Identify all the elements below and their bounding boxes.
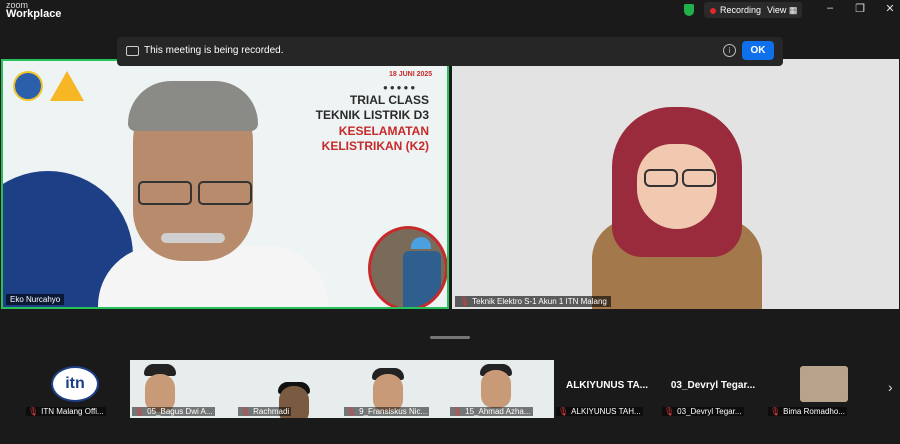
thumbnail-label: 🎙 05_Bagus Dwi A...: [132, 407, 215, 416]
speaker-glasses: [133, 181, 253, 205]
participant-name-tag: 🎙 Teknik Elektro S-1 Akun 1 ITN Malang: [455, 296, 611, 307]
thumbnail-tile[interactable]: ALKIYUNUS TA... 🎙 ALKIYUNUS TAH...: [554, 360, 660, 418]
minimize-icon[interactable]: –: [822, 2, 838, 14]
mic-muted-icon: 🎙: [459, 297, 470, 306]
security-shield-icon[interactable]: [684, 4, 694, 16]
app-logo: zoom Workplace: [6, 1, 62, 20]
thumbnail-tile[interactable]: 03_Devryl Tegar... 🎙 03_Devryl Tegar...: [660, 360, 766, 418]
thumbnail-label: 🎙 Rachmadi: [238, 407, 292, 416]
thumbnail-big-name: 03_Devryl Tegar...: [670, 380, 756, 391]
resize-handle[interactable]: [430, 336, 470, 339]
thumbnail-label: 🎙 ITN Malang Offi...: [26, 407, 106, 416]
recording-banner: This meeting is being recorded. i OK: [117, 37, 783, 66]
thumbnail-tile[interactable]: itn 🎙 ITN Malang Offi...: [24, 360, 130, 418]
chevron-right-icon[interactable]: ›: [888, 379, 893, 395]
thumbnail-label: 🎙 03_Devryl Tegar...: [662, 407, 744, 416]
view-button[interactable]: View ▦: [762, 2, 803, 18]
program-logo: [50, 71, 84, 101]
thumbnail-tile[interactable]: 🎙 05_Bagus Dwi A...: [130, 360, 236, 418]
recording-label: Recording: [720, 5, 762, 15]
speaker-hair: [128, 81, 258, 131]
speaker-video-tile[interactable]: 18 JUNI 2025 ●●●●● TRIAL CLASS TEKNIK LI…: [1, 59, 449, 309]
university-logo: [13, 71, 43, 101]
record-dot-icon: [710, 7, 716, 14]
slide-line1: TRIAL CLASS: [349, 93, 429, 107]
view-label: View: [767, 5, 787, 15]
slide-line3: KESELAMATAN: [338, 124, 429, 138]
slide-line4: KELISTRIKAN (K2): [321, 139, 429, 153]
info-icon[interactable]: i: [723, 44, 736, 57]
thumbnail-tile[interactable]: 🎙 Bima Romadho...: [766, 360, 876, 418]
slide-worker-photo: [368, 226, 447, 307]
thumbnail-label: 🎙 ALKIYUNUS TAH...: [556, 407, 643, 416]
ok-button[interactable]: OK: [742, 41, 774, 60]
recording-indicator[interactable]: Recording: [704, 2, 768, 18]
thumbnail-strip: itn 🎙 ITN Malang Offi... 🎙 05_Bagus Dwi A.…: [24, 360, 876, 418]
thumbnail-label: 🎙 9_Fransiskus Nic...: [344, 407, 430, 416]
slide-line2: TEKNIK LISTRIK D3: [315, 108, 429, 122]
speaker-name-tag: Eko Nurcahyo: [6, 294, 65, 305]
avatar-glasses: [640, 169, 716, 187]
speaker-mustache: [161, 233, 225, 243]
thumbnail-tile[interactable]: 🎙 15_Ahmad Azha...: [448, 360, 554, 418]
participant-video-tile[interactable]: 🎙 Teknik Elektro S-1 Akun 1 ITN Malang: [452, 59, 899, 309]
thumbnail-label: 🎙 15_Ahmad Azha...: [450, 407, 533, 416]
grid-icon: ▦: [788, 5, 798, 15]
thumbnail-tile[interactable]: 🎙 Rachmadi: [236, 360, 342, 418]
slide-subtitle: KESELAMATAN KELISTRIKAN (K2): [322, 124, 429, 154]
thumbnail-big-name: ALKIYUNUS TA...: [565, 380, 649, 391]
restore-icon[interactable]: ❐: [852, 2, 868, 15]
video-camera-icon: [126, 46, 139, 56]
thumbnail-tile[interactable]: 🎙 9_Fransiskus Nic...: [342, 360, 448, 418]
thumbnail-label: 🎙 Bima Romadho...: [768, 407, 847, 416]
thumbnail-photo: [800, 366, 848, 402]
title-bar: zoom Workplace Recording View ▦ – ❐ ✕: [0, 0, 900, 22]
itn-logo: itn: [51, 366, 99, 402]
brand-large: Workplace: [6, 8, 62, 20]
recording-message: This meeting is being recorded.: [144, 45, 284, 56]
slide-dots: ●●●●●: [383, 83, 418, 92]
slide-date: 18 JUNI 2025: [389, 71, 433, 78]
participant-name: Teknik Elektro S-1 Akun 1 ITN Malang: [472, 297, 607, 306]
slide-title: TRIAL CLASS TEKNIK LISTRIK D3: [316, 93, 429, 123]
speaker-name: Eko Nurcahyo: [10, 295, 61, 304]
close-icon[interactable]: ✕: [882, 2, 898, 15]
